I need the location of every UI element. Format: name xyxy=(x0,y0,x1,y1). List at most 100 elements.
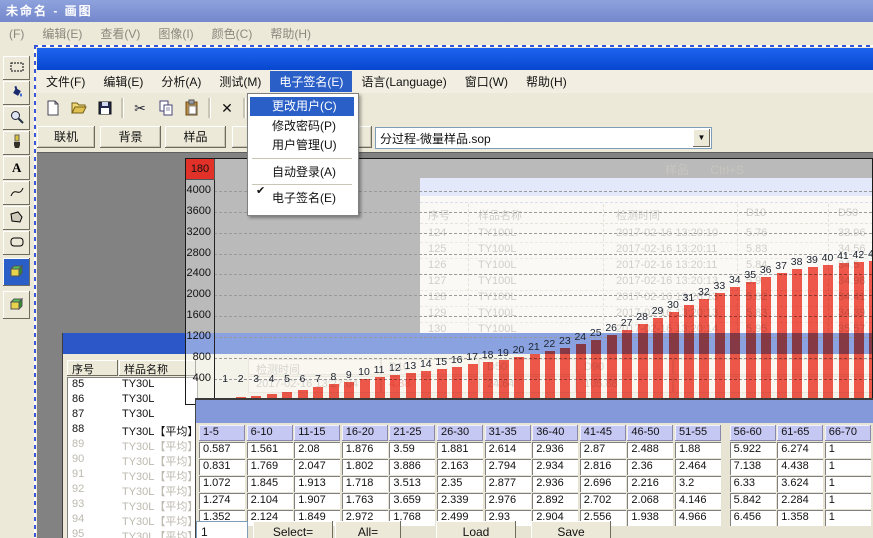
paint-tool-text[interactable]: A xyxy=(3,156,30,180)
open-icon[interactable] xyxy=(69,99,89,117)
dist-cell[interactable]: 2.08 xyxy=(294,442,340,458)
dist-cell[interactable]: 3.886 xyxy=(389,459,435,475)
dist-cell[interactable]: 1.913 xyxy=(294,476,340,492)
dist-cell[interactable]: 1 xyxy=(825,459,871,475)
dist-cell[interactable]: 2.488 xyxy=(627,442,673,458)
delete-icon[interactable]: ✕ xyxy=(217,99,237,117)
dist-cell[interactable]: 1.907 xyxy=(294,493,340,509)
dist-cell[interactable]: 2.936 xyxy=(532,442,578,458)
app-menu-item-3[interactable]: 测试(M) xyxy=(210,71,270,92)
dist-cell[interactable]: 1.88 xyxy=(675,442,721,458)
paste-icon[interactable] xyxy=(182,99,202,117)
dist-cell[interactable]: 2.35 xyxy=(437,476,483,492)
dist-cell[interactable]: 0.587 xyxy=(199,442,245,458)
dist-cell[interactable]: 1.802 xyxy=(342,459,388,475)
dist-cell[interactable]: 2.892 xyxy=(532,493,578,509)
paint-menu-item-1[interactable]: 编辑(E) xyxy=(33,25,91,42)
dist-cell[interactable]: 1 xyxy=(825,510,871,526)
dist-cell[interactable]: 1.938 xyxy=(627,510,673,526)
app-menu-item-7[interactable]: 帮助(H) xyxy=(517,71,576,92)
dist-cell[interactable]: 4.438 xyxy=(777,459,823,475)
paint-menu-item-4[interactable]: 颜色(C) xyxy=(203,25,262,42)
paint-tool-brush[interactable] xyxy=(3,131,30,155)
paint-tool-select[interactable] xyxy=(3,56,30,80)
new-icon[interactable] xyxy=(43,99,63,117)
copy-icon[interactable] xyxy=(156,99,176,117)
dist-col-header-5[interactable]: 26-30 xyxy=(437,425,483,441)
paint-tool-cube-selected[interactable] xyxy=(3,258,30,286)
dist-cell[interactable]: 2.36 xyxy=(627,459,673,475)
dist-cell[interactable]: 2.794 xyxy=(485,459,531,475)
paint-tool-fill[interactable] xyxy=(3,81,30,105)
dist-cell[interactable]: 5.922 xyxy=(730,442,776,458)
dist-cell[interactable]: 2.934 xyxy=(532,459,578,475)
dist-cell[interactable]: 3.513 xyxy=(389,476,435,492)
dist-cell[interactable]: 1 xyxy=(825,476,871,492)
list-row-ghost[interactable]: 93TY30L【平均】 xyxy=(68,498,197,513)
paint-menu-item-5[interactable]: 帮助(H) xyxy=(261,25,320,42)
list-row-ghost[interactable]: 90TY30L【平均】 xyxy=(68,453,197,468)
dist-cell[interactable]: 2.068 xyxy=(627,493,673,509)
control-button-All[interactable]: All= xyxy=(335,521,401,538)
dist-cell[interactable]: 5.842 xyxy=(730,493,776,509)
app-button-样品[interactable]: 样品 xyxy=(165,126,226,148)
dist-cell[interactable]: 3.624 xyxy=(777,476,823,492)
dist-cell[interactable]: 2.339 xyxy=(437,493,483,509)
dist-col-header-8[interactable]: 41-45 xyxy=(580,425,626,441)
paint-menu-item-2[interactable]: 查看(V) xyxy=(91,25,149,42)
distribution-title-bar[interactable] xyxy=(196,400,873,423)
paint-tool-cube[interactable] xyxy=(3,291,30,319)
app-menu-item-5[interactable]: 语言(Language) xyxy=(352,71,455,92)
menu-item-1[interactable]: 修改密码(P) xyxy=(250,117,354,136)
paint-tool-zoom[interactable] xyxy=(3,106,30,130)
list-row-ghost[interactable]: 95TY30L【平均】 xyxy=(68,528,197,538)
list-row-ghost[interactable]: 91TY30L【平均】 xyxy=(68,468,197,483)
dist-col-header-10[interactable]: 51-55 xyxy=(675,425,721,441)
dist-cell[interactable]: 2.816 xyxy=(580,459,626,475)
dist-col-header-6[interactable]: 31-35 xyxy=(485,425,531,441)
dist-col-header-1[interactable]: 6-10 xyxy=(247,425,293,441)
dist-cell[interactable]: 1.845 xyxy=(247,476,293,492)
dist-col-header-11[interactable]: 56-60 xyxy=(730,425,776,441)
dist-cell[interactable]: 6.33 xyxy=(730,476,776,492)
paint-menu-item-0[interactable]: (F) xyxy=(0,27,33,41)
dist-cell[interactable]: 2.87 xyxy=(580,442,626,458)
selection-border-left[interactable] xyxy=(34,45,36,538)
app-button-背景[interactable]: 背景 xyxy=(100,126,161,148)
app-menu-item-4[interactable]: 电子签名(E) xyxy=(270,71,352,92)
menu-item-0[interactable]: 更改用户(C) xyxy=(250,97,354,116)
dist-cell[interactable]: 3.2 xyxy=(675,476,721,492)
app-menu-item-1[interactable]: 编辑(E) xyxy=(94,71,152,92)
app-menu-item-6[interactable]: 窗口(W) xyxy=(456,71,517,92)
dist-cell[interactable]: 1.274 xyxy=(199,493,245,509)
dist-col-header-9[interactable]: 46-50 xyxy=(627,425,673,441)
dist-cell[interactable]: 3.59 xyxy=(389,442,435,458)
dist-col-header-3[interactable]: 16-20 xyxy=(342,425,388,441)
dist-cell[interactable]: 6.274 xyxy=(777,442,823,458)
dist-col-header-0[interactable]: 1-5 xyxy=(199,425,245,441)
dist-cell[interactable]: 1 xyxy=(825,442,871,458)
count-input[interactable]: 1 xyxy=(196,521,248,538)
dist-col-header-4[interactable]: 21-25 xyxy=(389,425,435,441)
combobox-dropdown-icon[interactable]: ▼ xyxy=(693,129,710,147)
dist-cell[interactable]: 4.146 xyxy=(675,493,721,509)
control-button-Load[interactable]: Load xyxy=(436,521,516,538)
dist-cell[interactable]: 1.881 xyxy=(437,442,483,458)
dist-cell[interactable]: 3.659 xyxy=(389,493,435,509)
menu-item-3[interactable]: 自动登录(A)✔ xyxy=(250,163,354,182)
app-button-联机[interactable]: 联机 xyxy=(37,126,95,148)
paint-menu-item-3[interactable]: 图像(I) xyxy=(149,25,202,42)
list-row-ghost[interactable]: 89TY30L【平均】 xyxy=(68,438,197,453)
dist-cell[interactable]: 1.876 xyxy=(342,442,388,458)
dist-cell[interactable]: 2.702 xyxy=(580,493,626,509)
dist-cell[interactable]: 2.464 xyxy=(675,459,721,475)
dist-col-header-7[interactable]: 36-40 xyxy=(532,425,578,441)
dist-cell[interactable]: 1.769 xyxy=(247,459,293,475)
list-row[interactable]: 88TY30L【平均】 xyxy=(68,423,197,438)
list-row[interactable]: 85TY30L xyxy=(68,378,197,393)
save-icon[interactable] xyxy=(95,99,115,117)
dist-cell[interactable]: 1.358 xyxy=(777,510,823,526)
menu-item-4[interactable]: 电子签名(E) xyxy=(250,189,354,208)
dist-cell[interactable]: 2.163 xyxy=(437,459,483,475)
sop-combobox[interactable]: 分过程-微量样品.sop ▼ xyxy=(375,127,712,149)
